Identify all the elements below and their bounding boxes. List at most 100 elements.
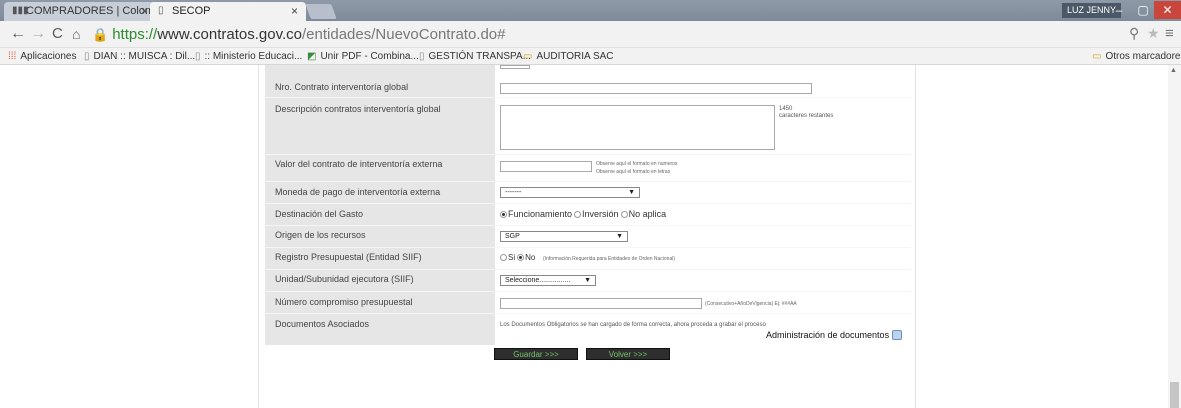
hint-numbers: Observe aquí el formato en numeros <box>596 161 678 167</box>
row-divider <box>265 181 911 182</box>
back-arrow-icon[interactable]: ← <box>10 25 26 43</box>
contrato-interventoria-input[interactable] <box>500 83 812 94</box>
bookmarks-bar: ⁞⁞⁞ Aplicaciones ▯ DIAN :: MUISCA : Dil...… <box>0 48 1181 65</box>
bookmark-unir-pdf[interactable]: ◩ Unir PDF - Combina... <box>307 48 419 65</box>
home-icon[interactable]: ⌂ <box>72 25 80 43</box>
menu-hamburger-icon[interactable]: ≡ <box>1165 25 1174 42</box>
bookmark-label: DIAN :: MUISCA : Dil... <box>93 51 196 62</box>
scrollbar-thumb[interactable] <box>1170 382 1179 408</box>
row-divider <box>265 154 911 155</box>
row-divider <box>265 97 911 98</box>
destinacion-gasto-label: Destinación del Gasto <box>275 209 364 219</box>
row-divider <box>265 291 911 292</box>
radio-funcionamiento[interactable] <box>500 211 507 218</box>
bookmark-gestion[interactable]: ▯ GESTIÓN TRANSPA... <box>419 48 531 65</box>
radio-label: Funcionamiento <box>508 209 573 219</box>
maximize-icon[interactable]: ▢ <box>1130 1 1156 19</box>
url-domain: www.contratos.gov.co <box>157 26 303 43</box>
radio-label: Inversión <box>582 209 619 219</box>
minimize-icon[interactable]: ‒ <box>1106 1 1132 19</box>
origen-recursos-select[interactable]: SGP ▼ <box>500 231 628 242</box>
radio-si[interactable] <box>500 254 507 261</box>
row-divider <box>265 313 911 314</box>
dropdown-arrow-icon: ▼ <box>616 233 623 240</box>
row-divider <box>265 247 911 248</box>
url-path: /entidades/NuevoContrato.do# <box>302 26 506 43</box>
browser-toolbar: ← → C ⌂ 🔒 https://www.contratos.gov.co/en… <box>0 21 1181 48</box>
radio-inversion[interactable] <box>574 211 582 218</box>
numero-compromiso-hint: (Consecutivo+AñoDeVigencia) Ej: ###AA <box>705 301 797 307</box>
page-content: Nro. Contrato interventoría global Descr… <box>0 65 1181 408</box>
forward-arrow-icon[interactable]: → <box>30 25 46 43</box>
char-counter-text: caracteres restantes <box>779 113 834 119</box>
registro-presupuestal-label: Registro Presupuestal (Entidad SIIF) <box>275 252 422 262</box>
documents-icon <box>892 330 903 340</box>
documentos-status-message: Los Documentos Obligatorios se han carga… <box>500 322 766 328</box>
unidad-ejecutora-select[interactable]: Seleccione................ ▼ <box>500 275 596 286</box>
browser-titlebar: ▮▮▮ COMPRADORES | Colomb × ▯ SECOP × LUZ… <box>0 0 1181 21</box>
guardar-button[interactable]: Guardar >>> <box>494 348 578 360</box>
bookmark-label: GESTIÓN TRANSPA... <box>428 51 531 62</box>
registro-presupuestal-radio-group: Si No <box>500 253 535 262</box>
bookmark-dian[interactable]: ▯ DIAN :: MUISCA : Dil... <box>84 48 195 65</box>
destinacion-gasto-radio-group: Funcionamiento Inversión No aplica <box>500 209 666 219</box>
registro-presupuestal-note: (Información Requerida para Entidades de… <box>543 256 676 262</box>
address-bar[interactable]: 🔒 https://www.contratos.gov.co/entidades/… <box>92 24 1152 45</box>
tab-close-icon[interactable]: × <box>291 2 298 21</box>
bookmark-auditoria[interactable]: ▭ AUDITORIA SAC <box>523 48 614 65</box>
row-divider <box>265 225 911 226</box>
bookmark-apps[interactable]: ⁞⁞⁞ Aplicaciones <box>8 48 77 65</box>
colombia-compra-favicon-icon: ▮▮▮ <box>12 5 29 16</box>
contrato-interventoria-label: Nro. Contrato interventoría global <box>275 82 409 92</box>
bookmark-otros[interactable]: ▭ Otros marcadores <box>1092 48 1181 65</box>
tab-secop[interactable]: ▯ SECOP × <box>150 2 306 21</box>
tab-compradores[interactable]: ▮▮▮ COMPRADORES | Colomb × <box>4 2 156 21</box>
radio-no-aplica[interactable] <box>620 211 628 218</box>
radio-label: Si <box>508 253 516 262</box>
tab-close-icon[interactable]: × <box>141 2 148 21</box>
valor-interventoria-input[interactable] <box>500 161 592 172</box>
bookmark-ministerio[interactable]: ▯:: Ministerio Educaci... <box>195 48 302 65</box>
moneda-interventoria-select[interactable]: ------- ▼ <box>500 187 640 198</box>
valor-interventoria-label: Valor del contrato de interventoría exte… <box>275 159 443 169</box>
zoom-magnifier-icon[interactable]: ⚲ <box>1129 25 1139 42</box>
scroll-up-arrow-icon[interactable]: ▲ <box>1170 67 1177 74</box>
dropdown-arrow-icon: ▼ <box>628 189 635 196</box>
unidad-ejecutora-label: Unidad/Subunidad ejecutora (SIIF) <box>275 274 414 284</box>
radio-label: No aplica <box>628 209 667 219</box>
reload-icon[interactable]: C <box>52 25 63 43</box>
lock-icon: 🔒 <box>92 27 109 42</box>
bookmark-label: Unir PDF - Combina... <box>320 51 419 62</box>
tab-title: SECOP <box>172 5 211 17</box>
apps-grid-icon: ⁞⁞⁞ <box>8 51 17 62</box>
folder-icon: ▭ <box>523 51 533 62</box>
administracion-documentos-link[interactable]: Administración de documentos <box>766 330 903 340</box>
bookmark-label: AUDITORIA SAC <box>536 51 614 62</box>
volver-button[interactable]: Volver >>> <box>586 348 670 360</box>
close-window-icon[interactable]: ✕ <box>1154 1 1181 19</box>
numero-compromiso-input[interactable] <box>500 298 702 309</box>
bookmark-star-icon[interactable]: ★ <box>1147 25 1160 42</box>
radio-no[interactable] <box>517 254 525 261</box>
select-value: SGP <box>505 233 520 240</box>
new-tab-button[interactable] <box>305 4 337 19</box>
documentos-asociados-label: Documentos Asociados <box>275 319 370 329</box>
row-divider <box>265 203 911 204</box>
bookmark-label: :: Ministerio Educaci... <box>204 51 303 62</box>
tab-title: COMPRADORES | Colomb <box>26 5 156 17</box>
page-icon: ▯ <box>84 51 90 62</box>
folder-icon: ▭ <box>1092 51 1102 62</box>
char-counter: 1450 <box>779 106 793 112</box>
pdf-tool-icon: ◩ <box>307 51 317 62</box>
radio-label: No <box>525 253 536 262</box>
dropdown-arrow-icon: ▼ <box>584 277 591 284</box>
page-icon: ▯ <box>195 51 201 62</box>
previous-field[interactable] <box>500 65 530 69</box>
select-value: ------- <box>505 189 522 196</box>
page-scrollbar[interactable]: ▲ <box>1168 65 1181 408</box>
page-icon: ▯ <box>419 51 425 62</box>
descripcion-interventoria-textarea[interactable] <box>500 105 775 150</box>
bookmark-label: Otros marcadores <box>1105 51 1181 62</box>
moneda-interventoria-label: Moneda de pago de interventoría externa <box>275 187 441 197</box>
origen-recursos-label: Origen de los recursos <box>275 230 366 240</box>
